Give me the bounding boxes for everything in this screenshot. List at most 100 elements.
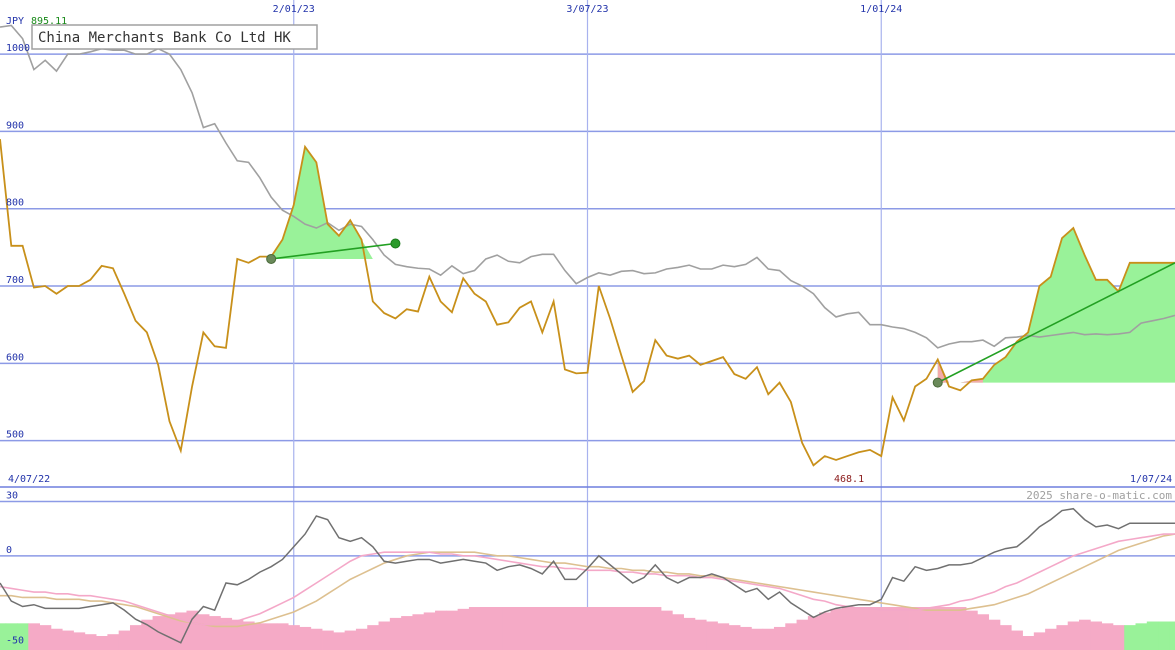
histogram-bar	[480, 607, 492, 650]
histogram-bar	[796, 619, 809, 650]
min-value-label: 468.1	[834, 474, 864, 485]
histogram-bar	[999, 625, 1012, 650]
histogram-bar	[570, 607, 583, 650]
histogram-bar	[615, 607, 628, 650]
histogram-bar	[1022, 636, 1035, 650]
histogram-bar	[265, 623, 278, 650]
histogram-bar	[638, 607, 651, 650]
histogram-bar	[649, 607, 662, 650]
trend-start-point-1	[932, 377, 943, 388]
histogram-bar	[864, 607, 877, 650]
main-grid	[0, 0, 1175, 650]
histogram-bar	[1090, 621, 1103, 650]
histogram-bar	[954, 607, 967, 650]
histogram-bar	[1045, 628, 1057, 650]
histogram-bar	[966, 610, 978, 650]
histogram-bar	[1079, 619, 1091, 650]
trend-start-point-0	[266, 253, 277, 264]
histogram-bar	[717, 623, 730, 650]
histogram-bar	[412, 614, 425, 650]
chart-title: China Merchants Bank Co Ltd HK	[38, 30, 291, 46]
highlight-region-0	[271, 146, 396, 259]
histogram-bar	[1056, 625, 1069, 650]
histogram-bar	[898, 607, 910, 650]
histogram-bar	[1135, 623, 1148, 650]
histogram-bar	[344, 630, 357, 650]
histogram-bar	[672, 614, 684, 650]
histogram-bar	[548, 607, 560, 650]
histogram-bar	[310, 628, 323, 650]
histogram-bar	[254, 623, 266, 650]
histogram-bar	[807, 616, 820, 650]
lower-y-tick-0: 0	[6, 545, 12, 556]
histogram-bar	[457, 608, 470, 650]
histogram-bar	[28, 623, 40, 650]
histogram-bar	[39, 625, 52, 650]
x-end-label: 1/07/24	[1130, 474, 1172, 485]
histogram-bar	[299, 626, 312, 650]
histogram-bar	[423, 612, 436, 650]
histogram-bar	[209, 616, 221, 650]
histogram-bar	[152, 616, 165, 650]
histogram-bar	[909, 607, 922, 650]
histogram-bar	[525, 607, 538, 650]
histogram-bar	[1033, 632, 1046, 650]
histogram-bar	[853, 607, 865, 650]
histogram-bar	[502, 607, 515, 650]
histogram-bar	[977, 614, 990, 650]
histogram-bar	[581, 607, 594, 650]
y-tick-600: 600	[6, 352, 24, 363]
histogram-bar	[84, 634, 97, 650]
y-tick-1000: 1000	[6, 43, 30, 54]
credit-label: 2025 share-o-matic.com	[1026, 489, 1172, 502]
histogram-bar	[920, 607, 933, 650]
histogram-bar	[706, 621, 718, 650]
histogram-bar	[773, 626, 786, 650]
histogram-bar	[1146, 621, 1159, 650]
y-tick-800: 800	[6, 198, 24, 209]
histogram-bar	[50, 628, 63, 650]
histogram-bar	[604, 607, 617, 650]
histogram-bar	[288, 625, 300, 650]
currency-label: JPY	[6, 16, 24, 27]
x-tick-0: 2/01/23	[273, 4, 315, 15]
lower-y-tick--50: -50	[6, 635, 24, 646]
histogram-bar	[446, 610, 459, 650]
histogram-bar	[830, 608, 843, 650]
histogram-bar	[1101, 623, 1114, 650]
histogram-bar	[627, 607, 639, 650]
histogram-bar	[988, 619, 1001, 650]
histogram-bar	[785, 623, 797, 650]
histogram-bar	[276, 623, 289, 650]
histogram-bar	[118, 630, 131, 650]
y-tick-900: 900	[6, 120, 24, 131]
histogram-bar	[740, 626, 752, 650]
highlight-region-1	[937, 228, 1175, 383]
lower-y-tick-30: 30	[6, 490, 18, 501]
histogram-bar	[1011, 630, 1023, 650]
histogram-bar	[231, 619, 244, 650]
histogram-bar	[728, 625, 741, 650]
last-value-label: 895.11	[31, 16, 67, 27]
histogram-bar	[401, 616, 413, 650]
histogram-bar	[932, 607, 944, 650]
histogram-bar	[1067, 621, 1080, 650]
chart-title-box: China Merchants Bank Co Ltd HK	[31, 24, 318, 50]
stock-chart: 1000 900 800 700 600 500 2/01/23 3/07/23 1/01/24…	[0, 0, 1175, 650]
histogram-bar	[333, 632, 346, 650]
histogram-bar	[197, 614, 210, 650]
histogram-bar	[186, 610, 199, 650]
y-tick-500: 500	[6, 430, 24, 441]
histogram-bar	[514, 607, 526, 650]
x-tick-1: 3/07/23	[566, 4, 608, 15]
histogram-bar	[683, 617, 696, 650]
histogram-bar	[943, 607, 956, 650]
histogram-bar	[751, 628, 764, 650]
histogram-bar	[129, 625, 142, 650]
histogram-bar	[355, 628, 368, 650]
histogram-bar	[107, 634, 120, 650]
histogram-bar	[435, 610, 447, 650]
histogram-bar	[367, 625, 379, 650]
histogram-bar	[762, 628, 775, 650]
histogram-bar	[491, 607, 504, 650]
